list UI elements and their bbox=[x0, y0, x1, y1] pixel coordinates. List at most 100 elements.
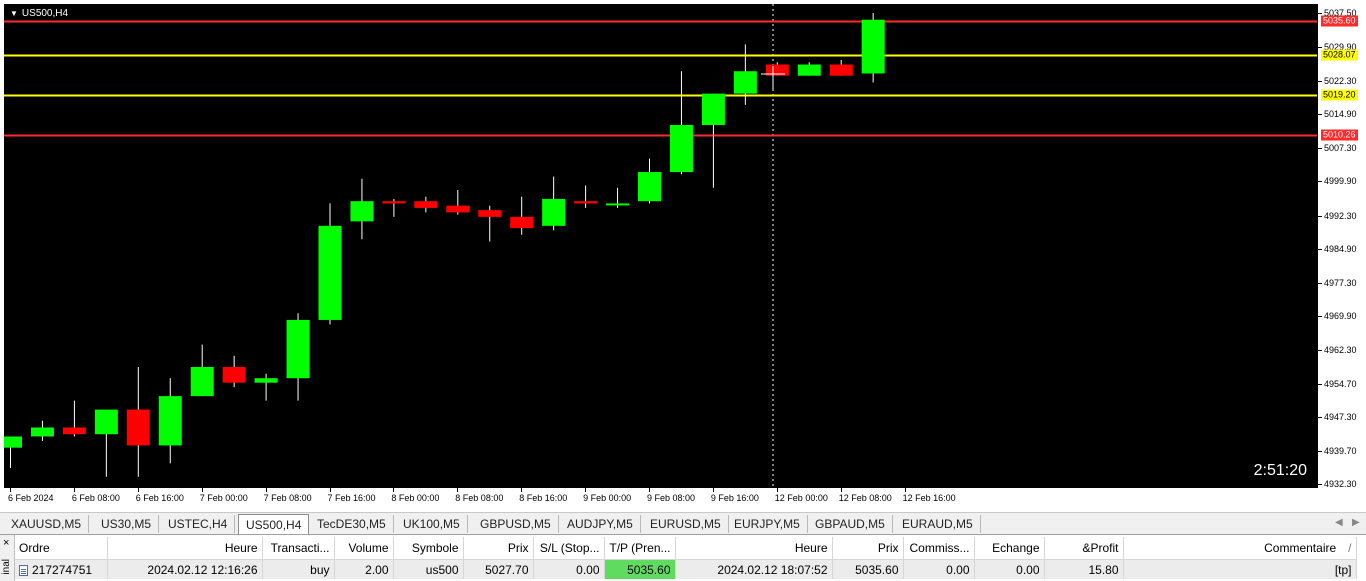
chart-tab[interactable]: US500,H4 bbox=[238, 514, 310, 535]
cell-comment: [tp] bbox=[1123, 559, 1357, 579]
col-header-symbol[interactable]: Symbole bbox=[393, 537, 464, 560]
price-tick-label: 4999.90 bbox=[1324, 176, 1357, 187]
candle-body bbox=[190, 367, 214, 397]
price-tick-label: 4992.30 bbox=[1324, 210, 1357, 221]
price-tick-mark bbox=[1318, 47, 1322, 49]
chart-tab[interactable]: XAUUSD,M5 bbox=[4, 515, 90, 533]
candle-body bbox=[126, 409, 150, 446]
price-chart[interactable] bbox=[4, 4, 1317, 488]
time-tick-mark bbox=[904, 488, 906, 492]
time-tick-mark bbox=[265, 488, 267, 492]
cell-close-price: 5035.60 bbox=[832, 559, 904, 579]
col-header-close-price[interactable]: Prix bbox=[832, 537, 904, 560]
chart-tab[interactable]: AUDJPY,M5 bbox=[560, 515, 641, 533]
chart-tab[interactable]: US30,M5 bbox=[94, 515, 160, 533]
time-tick-label: 7 Feb 08:00 bbox=[263, 493, 312, 503]
col-header-profit[interactable]: &Profit bbox=[1044, 537, 1124, 560]
level-price-label: 5010.26 bbox=[1321, 129, 1358, 141]
cell-close-time: 2024.02.12 18:07:52 bbox=[675, 559, 833, 579]
time-tick-mark bbox=[649, 488, 650, 492]
col-header-comment[interactable]: Commentaire / bbox=[1123, 537, 1357, 560]
cell-profit: 15.80 bbox=[1044, 559, 1124, 579]
time-tick-mark bbox=[840, 488, 842, 492]
price-tick-mark bbox=[1318, 315, 1322, 317]
price-tick-mark bbox=[1318, 215, 1322, 217]
time-tick-label: 12 Feb 16:00 bbox=[902, 493, 956, 503]
candle-body bbox=[606, 203, 630, 206]
time-tick-mark bbox=[73, 488, 75, 492]
col-header-price[interactable]: Prix bbox=[463, 537, 534, 560]
price-tick-mark bbox=[1318, 81, 1322, 83]
col-header-close-time[interactable]: Heure bbox=[675, 537, 833, 560]
time-axis[interactable]: 6 Feb 2024 6 Feb 08:00 6 Feb 16:00 7 Feb 00… bbox=[4, 488, 1317, 510]
price-tick-mark bbox=[1318, 114, 1322, 116]
chart-tab[interactable]: EURAUD,M5 bbox=[895, 515, 981, 533]
chart-area[interactable]: ▼ US500,H4 2:51:20 bbox=[4, 4, 1317, 488]
scroll-right-icon[interactable]: ▶ bbox=[1352, 517, 1360, 528]
price-tick-mark bbox=[1318, 181, 1322, 183]
terminal-sidebar: × inal bbox=[0, 535, 15, 581]
time-tick-label: 9 Feb 08:00 bbox=[647, 493, 696, 503]
col-header-order[interactable]: Ordre bbox=[15, 537, 108, 560]
level-price-label: 5028.07 bbox=[1321, 49, 1358, 61]
price-tick-label: 4932.30 bbox=[1324, 479, 1357, 490]
table-row[interactable]: 217274751 2024.02.12 12:16:26 buy 2.00 u… bbox=[15, 559, 1357, 579]
candle-body bbox=[574, 201, 598, 204]
candle-body bbox=[669, 125, 693, 173]
time-tick-label: 9 Feb 00:00 bbox=[583, 493, 632, 503]
time-tick-label: 7 Feb 16:00 bbox=[327, 493, 376, 503]
chart-window[interactable]: ▼ US500,H4 2:51:20 5037.50 5029.90 5022.30… bbox=[0, 0, 1366, 512]
time-tick-label: 12 Feb 00:00 bbox=[774, 493, 828, 503]
col-header-volume[interactable]: Volume bbox=[334, 537, 394, 560]
time-tick-label: 6 Feb 16:00 bbox=[135, 493, 184, 503]
chart-tab[interactable]: EURUSD,M5 bbox=[643, 515, 729, 533]
candle-body bbox=[318, 225, 342, 320]
time-tick-mark bbox=[776, 488, 778, 492]
candle-body bbox=[797, 64, 821, 76]
chart-tab[interactable]: TecDE30,M5 bbox=[310, 515, 394, 533]
cell-commission: 0.00 bbox=[903, 559, 975, 579]
chart-tab[interactable]: UK100,M5 bbox=[396, 515, 468, 533]
price-tick-label: 4954.70 bbox=[1324, 379, 1357, 390]
bar-countdown: 2:51:20 bbox=[1253, 462, 1307, 479]
candle-body bbox=[62, 427, 86, 435]
close-icon[interactable]: × bbox=[3, 537, 9, 549]
chart-tab[interactable]: GBPUSD,M5 bbox=[473, 515, 559, 533]
col-header-commission[interactable]: Commiss... bbox=[903, 537, 975, 560]
candle-body bbox=[350, 201, 374, 222]
candle-body bbox=[861, 19, 885, 74]
col-header-swap[interactable]: Echange bbox=[974, 537, 1045, 560]
price-tick-mark bbox=[1318, 148, 1322, 150]
candle-body bbox=[478, 210, 502, 217]
col-header-time[interactable]: Heure bbox=[107, 537, 263, 560]
chart-tab[interactable]: EURJPY,M5 bbox=[727, 515, 808, 533]
candle-body bbox=[382, 201, 406, 204]
price-tick-mark bbox=[1318, 451, 1322, 453]
price-axis[interactable]: 5037.50 5029.90 5022.30 5014.90 5007.30 4999.… bbox=[1317, 4, 1366, 490]
candle-body bbox=[829, 64, 853, 76]
candle-body bbox=[158, 396, 182, 446]
chart-tab[interactable]: GBPAUD,M5 bbox=[808, 515, 893, 533]
col-header-stop-loss[interactable]: S/L (Stop... bbox=[533, 537, 605, 560]
time-tick-label: 8 Feb 16:00 bbox=[519, 493, 568, 503]
time-tick-label: 6 Feb 08:00 bbox=[71, 493, 120, 503]
candle-body bbox=[222, 367, 246, 383]
level-price-label: 5035.60 bbox=[1321, 15, 1358, 27]
time-tick-label: 7 Feb 00:00 bbox=[199, 493, 248, 503]
cell-open-time: 2024.02.12 12:16:26 bbox=[107, 559, 263, 579]
chart-menu-arrow-icon[interactable]: ▼ bbox=[10, 9, 18, 18]
price-tick-label: 4962.30 bbox=[1324, 344, 1357, 355]
col-header-take-profit[interactable]: T/P (Pren... bbox=[604, 537, 676, 560]
price-tick-label: 5007.30 bbox=[1324, 143, 1357, 154]
time-tick-mark bbox=[457, 488, 459, 492]
time-tick-mark bbox=[393, 488, 395, 492]
candle-body bbox=[701, 93, 725, 125]
scroll-left-icon[interactable]: ◀ bbox=[1335, 517, 1343, 528]
sort-indicator-icon: / bbox=[1348, 541, 1352, 555]
time-tick-mark bbox=[585, 488, 587, 492]
chart-tab[interactable]: USTEC,H4 bbox=[161, 515, 236, 533]
cell-open-price: 5027.70 bbox=[463, 559, 534, 579]
col-header-transaction[interactable]: Transacti... bbox=[262, 537, 335, 560]
price-tick-label: 4939.70 bbox=[1324, 446, 1357, 457]
chart-header: ▼ US500,H4 bbox=[10, 8, 68, 19]
